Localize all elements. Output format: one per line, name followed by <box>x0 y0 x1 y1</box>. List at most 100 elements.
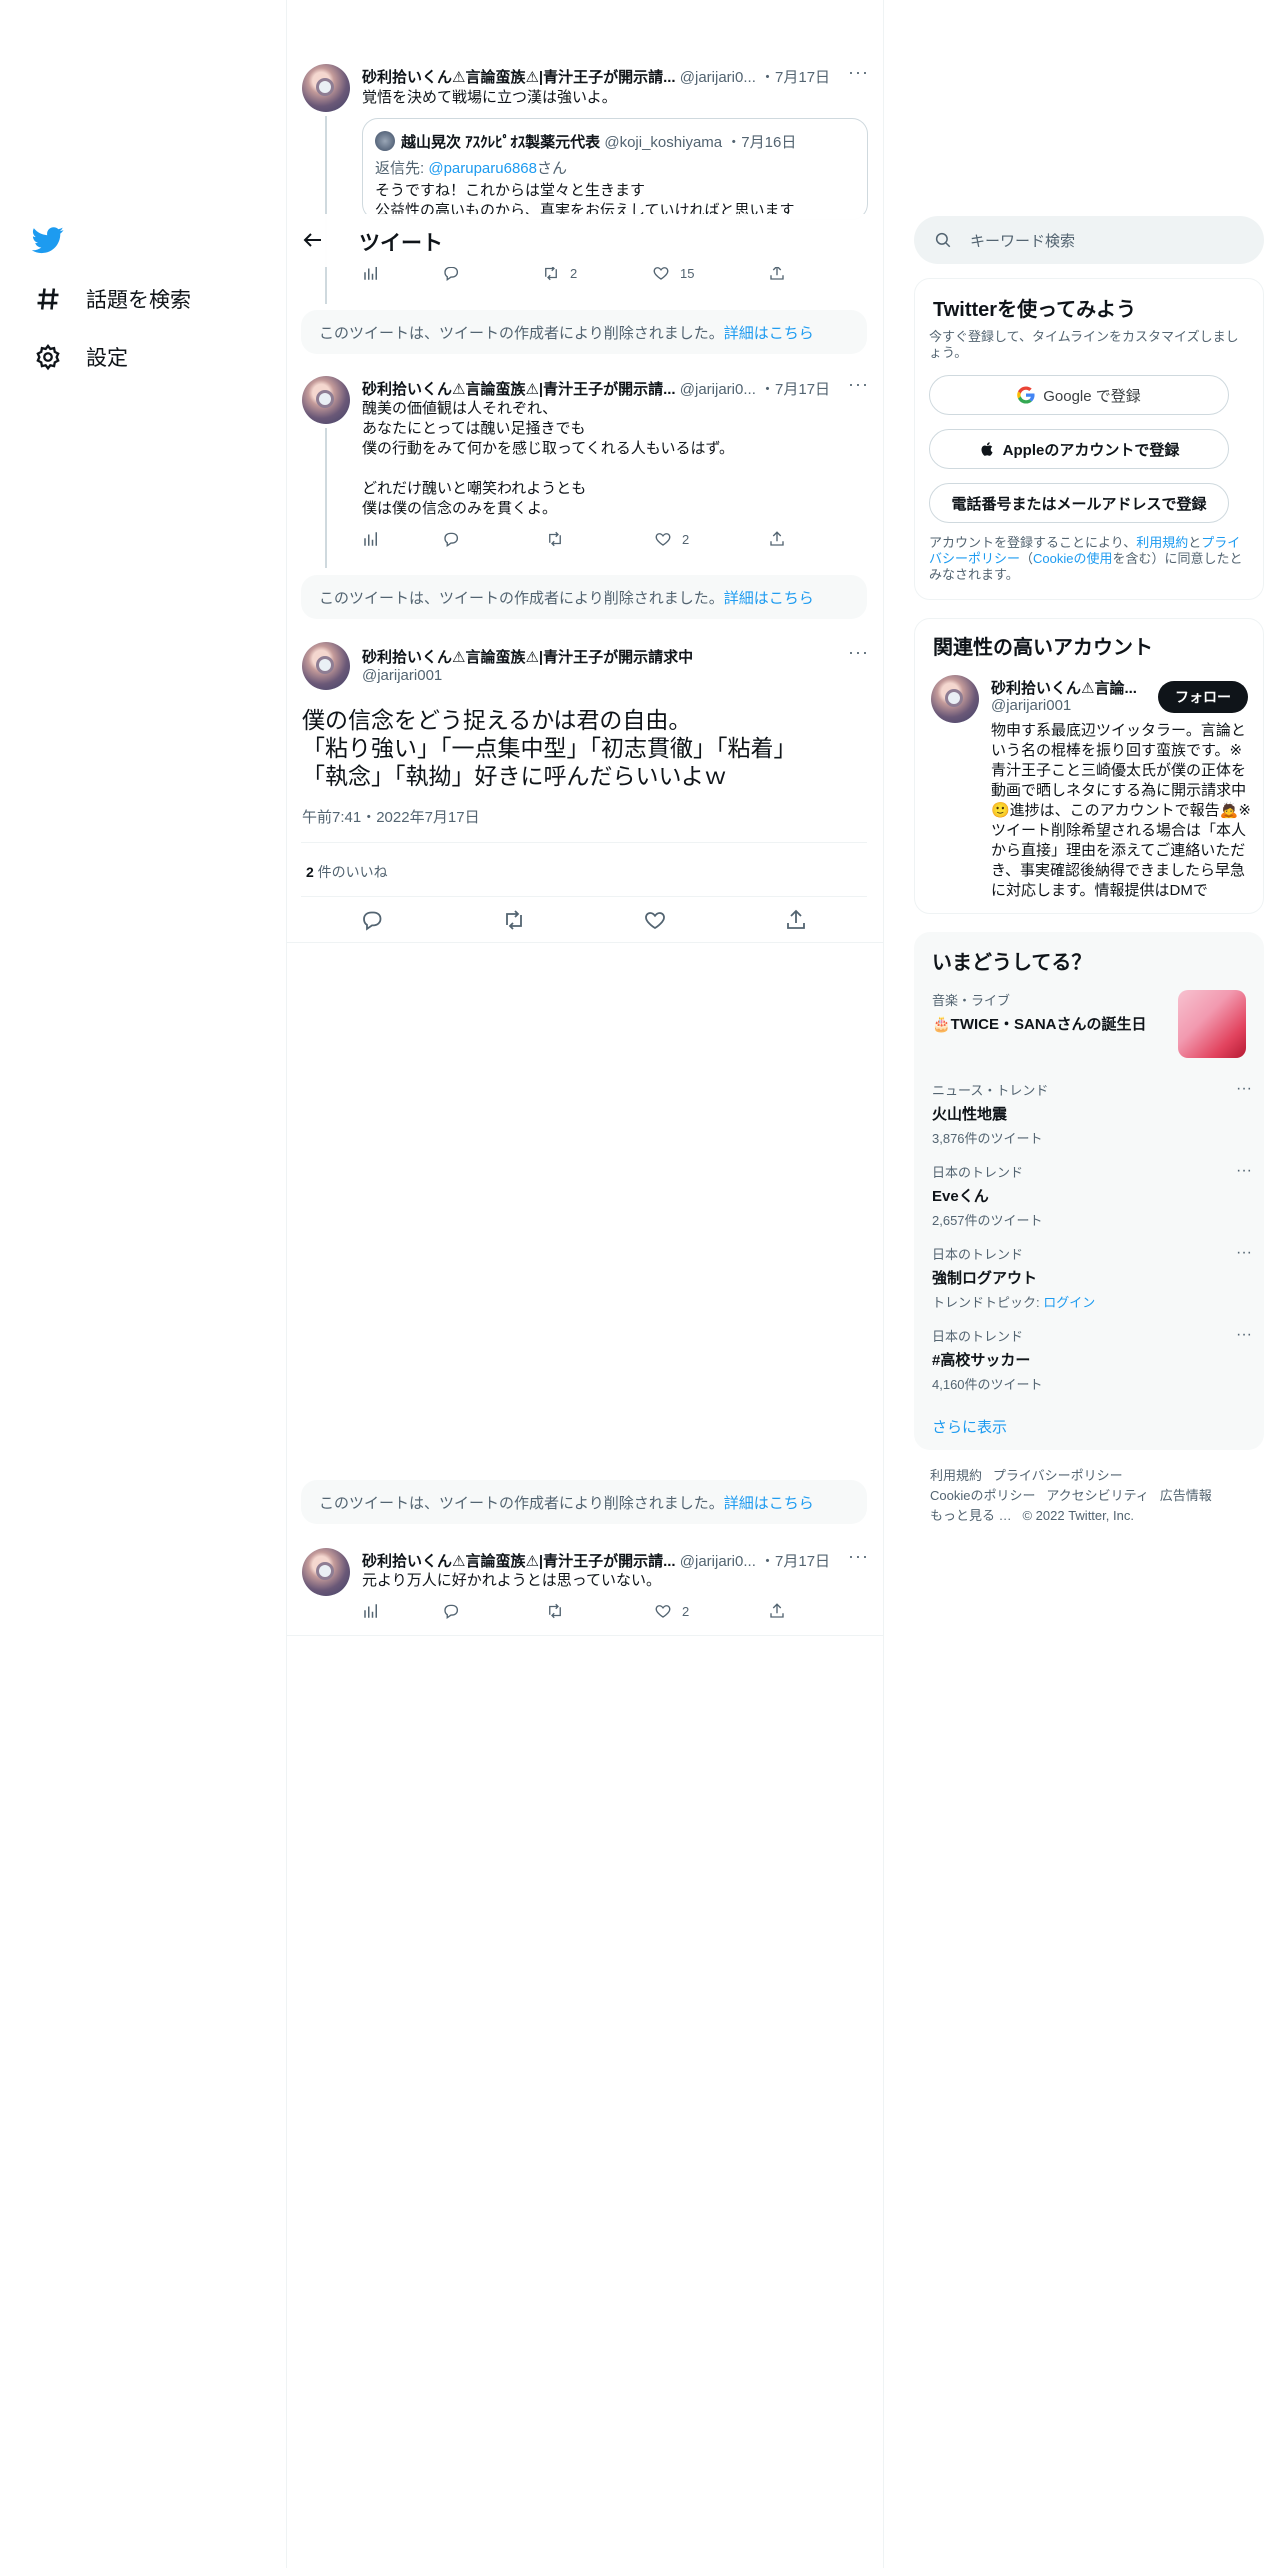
deleted-notice-text: このツイートは、ツイートの作成者により削除されました。 <box>319 1494 724 1512</box>
show-more-link[interactable]: さらに表示 <box>932 1416 1007 1437</box>
google-signup-button[interactable]: Google で登録 <box>929 375 1229 415</box>
tweet-date[interactable]: ・7月17日 <box>760 69 830 86</box>
tweet-date[interactable]: ・7月17日 <box>760 1553 830 1570</box>
trend-title: Eveくん <box>932 1188 989 1205</box>
reply-button[interactable] <box>442 1602 460 1620</box>
tweet-author-name[interactable]: 砂利拾いくん⚠言論蛮族⚠|青汁王子が開示請... <box>362 1553 676 1570</box>
tweet-timestamp[interactable]: 午前7:41・2022年7月17日 <box>302 806 480 827</box>
like-button[interactable] <box>643 908 667 937</box>
search-box[interactable]: キーワード検索 <box>914 216 1264 264</box>
trend-thumbnail[interactable] <box>1178 990 1246 1058</box>
likes-count: 2 <box>306 864 314 880</box>
trend-count: 4,160件のツイート <box>932 1377 1043 1392</box>
twitter-logo-icon[interactable] <box>31 224 64 261</box>
tweet-author-handle[interactable]: @jarijari0... <box>680 69 756 86</box>
terms-text: と <box>1188 535 1202 550</box>
analytics-button[interactable] <box>362 1602 380 1620</box>
footer-more-link[interactable]: もっと見る … <box>930 1508 1012 1523</box>
more-icon[interactable]: ··· <box>848 1546 869 1567</box>
sidebar-footer: 利用規約 プライバシーポリシー Cookieのポリシー アクセシビリティ 広告情… <box>930 1466 1260 1526</box>
share-button[interactable] <box>768 1602 786 1620</box>
share-button[interactable] <box>768 530 786 548</box>
more-icon[interactable]: ··· <box>848 642 869 663</box>
signup-card: Twitterを使ってみよう 今すぐ登録して、タイムラインをカスタマイズしましょ… <box>914 278 1264 600</box>
nav-settings[interactable]: 設定 <box>34 342 128 372</box>
quote-header: 越山晃次 ｱｽｸﾚﾋﾟｵｽ製薬元代表 @koji_koshiyama ・7月16… <box>401 131 796 152</box>
cookie-link[interactable]: Cookieの使用 <box>1033 551 1112 566</box>
tweet-text: 元より万人に好かれようとは思っていない。 <box>362 1572 661 1589</box>
analytics-button[interactable] <box>362 530 380 548</box>
like-button[interactable]: 2 <box>654 530 689 548</box>
trend-topic-link[interactable]: ログイン <box>1043 1295 1095 1310</box>
back-arrow-icon[interactable] <box>301 228 325 257</box>
reply-button[interactable] <box>360 908 384 937</box>
more-icon[interactable]: ··· <box>1236 1080 1252 1098</box>
avatar[interactable] <box>302 64 350 112</box>
avatar[interactable] <box>302 376 350 424</box>
retweet-icon <box>549 531 561 547</box>
like-button[interactable]: 2 <box>654 1602 689 1620</box>
related-accounts-card: 関連性の高いアカウント 砂利拾いくん⚠言論... @jarijari001 フォ… <box>914 618 1264 914</box>
related-account-bio: 物申す系最底辺ツイッタラー。言論という名の棍棒を振り回す蛮族です。※青汁王子こと… <box>991 722 1251 899</box>
deleted-tweet-notice: このツイートは、ツイートの作成者により削除されました。 詳細はこちら <box>301 310 867 354</box>
tweet-author-name[interactable]: 砂利拾いくん⚠言論蛮族⚠|青汁王子が開示請... <box>362 69 676 86</box>
analytics-icon <box>364 532 377 546</box>
tweet-author-handle[interactable]: @jarijari0... <box>680 1553 756 1570</box>
reply-to-label: 返信先: <box>375 160 429 177</box>
deleted-tweet-notice: このツイートは、ツイートの作成者により削除されました。 詳細はこちら <box>301 575 867 619</box>
reply-to-handle[interactable]: @paruparu6868 <box>428 160 537 177</box>
trend-category: 日本のトレンド <box>932 1329 1024 1344</box>
footer-link[interactable]: Cookieのポリシー <box>930 1488 1035 1503</box>
phone-email-signup-button[interactable]: 電話番号またはメールアドレスで登録 <box>929 483 1229 523</box>
heart-icon <box>655 1605 671 1618</box>
more-icon[interactable]: ··· <box>848 62 869 83</box>
footer-link[interactable]: 利用規約 <box>930 1468 982 1483</box>
more-icon[interactable]: ··· <box>1236 1162 1252 1180</box>
footer-link[interactable]: プライバシーポリシー <box>993 1468 1123 1483</box>
retweet-button[interactable] <box>502 908 526 937</box>
quoted-tweet[interactable]: 越山晃次 ｱｽｸﾚﾋﾟｵｽ製薬元代表 @koji_koshiyama ・7月16… <box>362 118 868 220</box>
avatar[interactable] <box>302 1548 350 1596</box>
more-icon[interactable]: ··· <box>848 374 869 395</box>
likes-summary[interactable]: 2 件のいいね <box>306 862 388 882</box>
footer-link[interactable]: アクセシビリティ <box>1046 1488 1149 1503</box>
tweet-author-name[interactable]: 砂利拾いくん⚠言論蛮族⚠|青汁王子が開示請求中 <box>362 646 693 667</box>
retweet-button[interactable] <box>546 1602 564 1620</box>
retweet-button[interactable] <box>546 530 564 548</box>
signup-subtitle: 今すぐ登録して、タイムラインをカスタマイズしましょう。 <box>929 329 1239 360</box>
learn-more-link[interactable]: 詳細はこちら <box>724 1492 814 1513</box>
share-button[interactable] <box>784 908 808 937</box>
trend-count: 2,657件のツイート <box>932 1213 1043 1228</box>
reply-to-suffix: さん <box>536 160 567 177</box>
related-account-name[interactable]: 砂利拾いくん⚠言論... <box>991 677 1137 698</box>
more-icon[interactable]: ··· <box>1236 1244 1252 1262</box>
reply-button[interactable] <box>442 530 460 548</box>
related-account-handle[interactable]: @jarijari001 <box>991 697 1071 714</box>
trend-item[interactable]: ニュース・トレンド 火山性地震 3,876件のツイート ··· <box>932 1080 1252 1147</box>
nav-explore[interactable]: 話題を検索 <box>34 284 191 314</box>
avatar[interactable] <box>302 642 350 690</box>
tweet-date[interactable]: ・7月17日 <box>760 381 830 398</box>
thread-line <box>325 116 327 304</box>
tweet-text: 僕の信念をどう捉えるかは君の自由。 「粘り強い」「一点集中型」「初志貫徹」「粘着… <box>302 707 797 789</box>
tweet-author-handle[interactable]: @jarijari0... <box>680 381 756 398</box>
footer-copyright: © 2022 Twitter, Inc. <box>1022 1508 1134 1523</box>
apple-signup-button[interactable]: Appleのアカウントで登録 <box>929 429 1229 469</box>
heart-icon <box>645 912 665 930</box>
footer-link[interactable]: 広告情報 <box>1160 1488 1212 1503</box>
follow-button[interactable]: フォロー <box>1158 681 1248 713</box>
more-icon[interactable]: ··· <box>1236 1326 1252 1344</box>
like-count: 15 <box>680 265 695 281</box>
learn-more-link[interactable]: 詳細はこちら <box>724 587 814 608</box>
quote-date: ・7月16日 <box>726 134 797 151</box>
avatar[interactable] <box>931 675 979 723</box>
trend-item[interactable]: 日本のトレンド Eveくん 2,657件のツイート ··· <box>932 1162 1252 1229</box>
tweet-author-name[interactable]: 砂利拾いくん⚠言論蛮族⚠|青汁王子が開示請... <box>362 381 676 398</box>
learn-more-link[interactable]: 詳細はこちら <box>724 322 814 343</box>
trend-item[interactable]: 日本のトレンド #高校サッカー 4,160件のツイート ··· <box>932 1326 1252 1393</box>
trend-item[interactable]: 日本のトレンド 強制ログアウト トレンドトピック: ログイン ··· <box>932 1244 1252 1311</box>
trend-title: 火山性地震 <box>932 1106 1008 1123</box>
search-input[interactable]: キーワード検索 <box>970 230 1075 251</box>
tweet-author-handle[interactable]: @jarijari001 <box>362 667 442 684</box>
terms-link[interactable]: 利用規約 <box>1136 535 1188 550</box>
